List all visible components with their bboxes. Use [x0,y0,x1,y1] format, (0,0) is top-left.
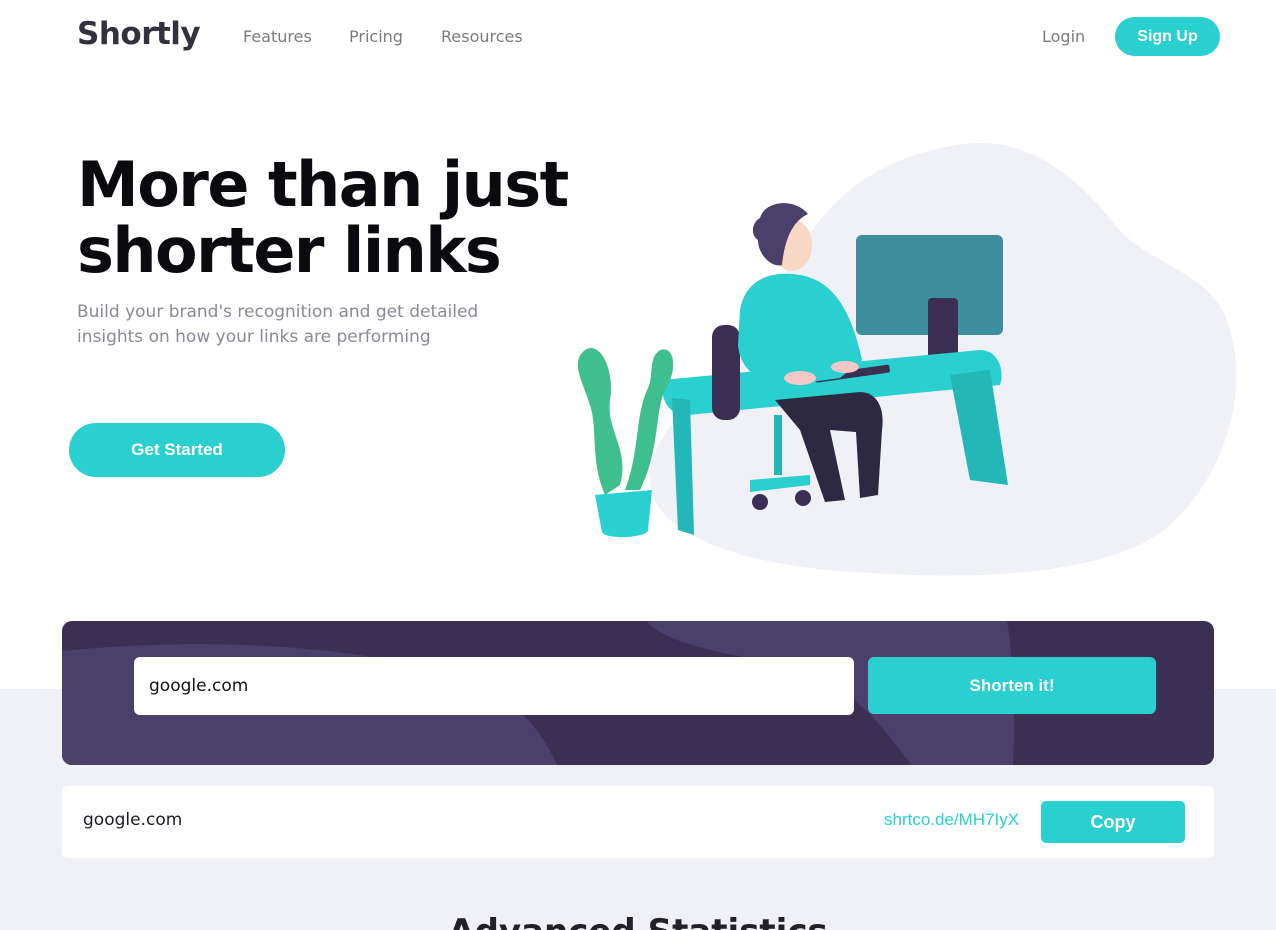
logo[interactable]: Shortly [77,16,201,52]
login-link[interactable]: Login [1042,27,1085,46]
working-illustration [577,143,1237,576]
page: Shortly Features Pricing Resources Login… [0,0,1276,930]
person-hand [784,371,816,385]
get-started-button[interactable]: Get Started [69,423,285,477]
result-short-url[interactable]: shrtco.de/MH7IyX [884,810,1019,830]
nav-pricing[interactable]: Pricing [349,27,403,46]
statistics-heading: Advanced Statistics [0,912,1276,930]
copy-button[interactable]: Copy [1041,801,1185,843]
shorten-button[interactable]: Shorten it! [868,657,1156,714]
nav-resources[interactable]: Resources [441,27,523,46]
result-original-url: google.com [83,810,183,830]
chair-back [712,325,740,420]
chair-post [774,415,782,475]
nav-features[interactable]: Features [243,27,312,46]
plant-pot [595,490,652,538]
hero-title: More than just shorter links [77,148,569,287]
shorten-form: Shorten it! [62,621,1214,765]
result-row: google.com shrtco.de/MH7IyX Copy [62,786,1214,858]
url-input[interactable] [134,657,854,715]
hero-subtitle: Build your brand's recognition and get d… [77,302,479,347]
signup-button[interactable]: Sign Up [1115,17,1220,56]
